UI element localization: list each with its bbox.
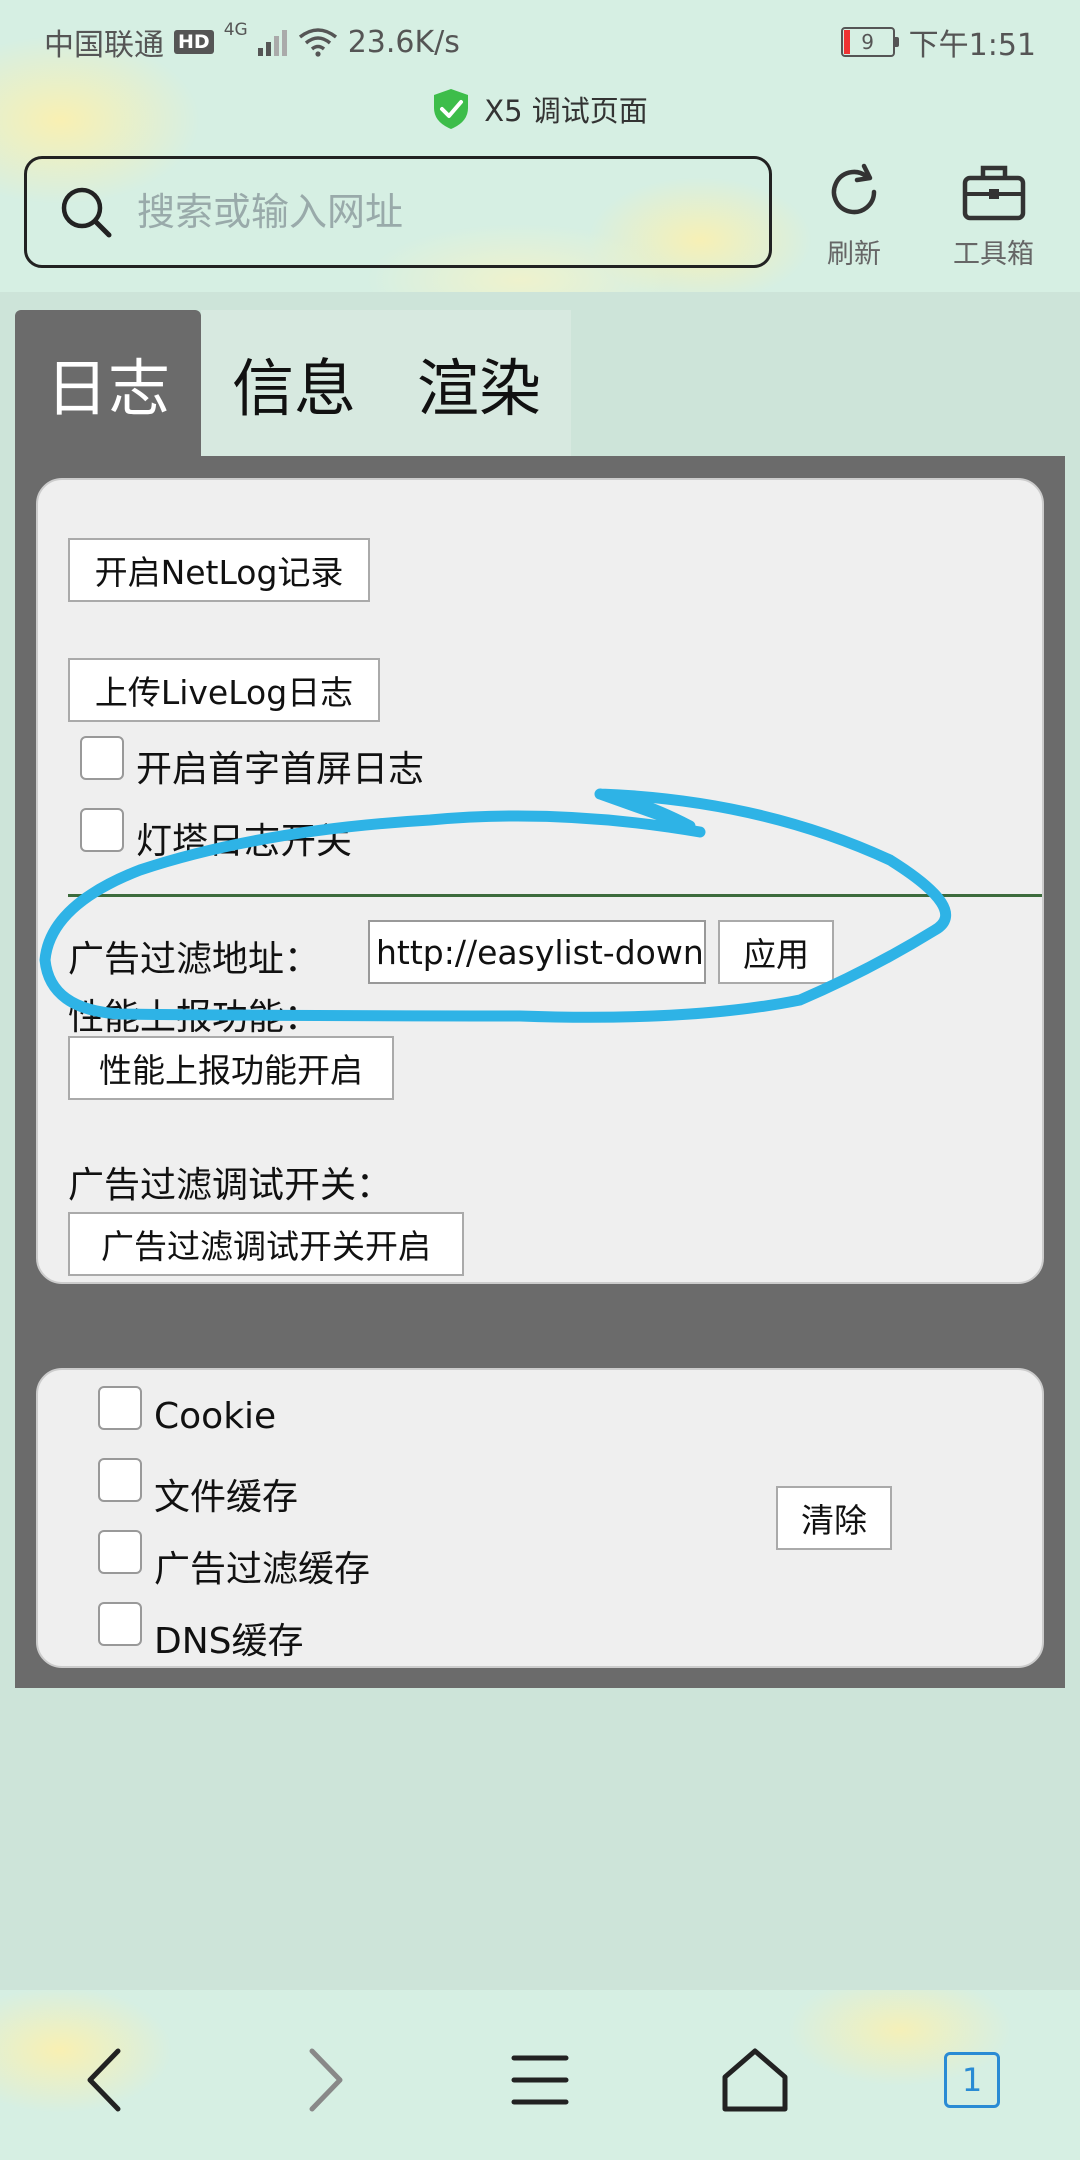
dns-cache-checkbox[interactable] <box>98 1602 142 1646</box>
home-button[interactable] <box>705 2030 805 2130</box>
file-cache-checkbox[interactable] <box>98 1458 142 1502</box>
tab-log[interactable]: 日志 <box>15 310 201 456</box>
toolbox-icon <box>962 165 1025 221</box>
home-icon <box>722 2048 788 2112</box>
address-bar[interactable] <box>24 156 772 268</box>
perf-report-button[interactable]: 性能上报功能开启 <box>68 1036 394 1100</box>
adfilter-cache-checkbox[interactable] <box>98 1530 142 1574</box>
cookie-label: Cookie <box>154 1396 277 1437</box>
tab-count-badge: 1 <box>944 2052 1000 2108</box>
signal-icon <box>257 30 287 56</box>
search-input[interactable] <box>135 189 739 235</box>
search-icon <box>61 187 112 238</box>
wifi-icon <box>298 28 337 57</box>
upload-livelog-button[interactable]: 上传LiveLog日志 <box>68 658 380 722</box>
status-bar: 中国联通 HD 4G 23.6K/s 9 下午1:51 <box>0 0 1080 76</box>
status-right: 9 下午1:51 <box>840 20 1036 64</box>
back-arrow-icon <box>87 2048 121 2112</box>
refresh-label: 刷新 <box>827 239 881 270</box>
status-left: 中国联通 HD 4G 23.6K/s <box>44 20 460 64</box>
tabs-button[interactable]: 1 <box>922 2030 1022 2130</box>
adfilter-debug-button[interactable]: 广告过滤调试开关开启 <box>68 1212 464 1276</box>
back-button[interactable] <box>56 2030 156 2130</box>
toolbox-button[interactable]: 工具箱 <box>953 160 1034 271</box>
adfilter-debug-label: 广告过滤调试开关： <box>68 1165 393 1206</box>
menu-icon <box>511 2055 569 2105</box>
refresh-icon <box>831 163 877 215</box>
section-divider <box>68 894 1042 897</box>
cookie-checkbox[interactable] <box>98 1386 142 1430</box>
battery-icon: 9 <box>840 27 899 57</box>
lighthouse-log-label: 灯塔日志开关 <box>136 821 353 862</box>
dns-cache-label: DNS缓存 <box>154 1621 304 1662</box>
lighthouse-log-checkbox[interactable] <box>80 808 124 852</box>
cache-clear-card: Cookie 文件缓存 广告过滤缓存 DNS缓存 清除 <box>36 1368 1044 1668</box>
refresh-button[interactable]: 刷新 <box>822 160 886 271</box>
log-tab-panel: 开启NetLog记录 上传LiveLog日志 开启首字首屏日志 灯塔日志开关 广… <box>15 456 1065 1688</box>
first-screen-log-checkbox[interactable] <box>80 736 124 780</box>
log-settings-card: 开启NetLog记录 上传LiveLog日志 开启首字首屏日志 灯塔日志开关 广… <box>36 478 1044 1284</box>
menu-button[interactable] <box>490 2030 590 2130</box>
adfilter-url-input[interactable]: http://easylist-downloads.adblockplus.or… <box>368 920 706 984</box>
first-screen-log-label: 开启首字首屏日志 <box>136 749 425 790</box>
clock-time: 下午1:51 <box>908 28 1036 63</box>
perf-report-label: 性能上报功能： <box>68 997 321 1038</box>
tab-info[interactable]: 信息 <box>201 310 387 456</box>
file-cache-label: 文件缓存 <box>154 1477 299 1518</box>
bottom-navigation: 1 <box>0 1990 1080 2160</box>
forward-arrow-icon <box>309 2048 343 2112</box>
adfilter-url-label: 广告过滤地址： <box>68 939 321 980</box>
adfilter-cache-label: 广告过滤缓存 <box>154 1549 371 1590</box>
hd-badge: HD <box>174 30 214 54</box>
debug-tab-bar: 日志 信息 渲染 <box>15 310 571 456</box>
toolbox-label: 工具箱 <box>953 239 1034 270</box>
shield-check-icon <box>434 89 469 129</box>
clear-cache-button[interactable]: 清除 <box>776 1486 892 1550</box>
netlog-button[interactable]: 开启NetLog记录 <box>68 538 370 602</box>
browser-chrome: 中国联通 HD 4G 23.6K/s 9 下午1:51 X5 调试页面 搜索或输… <box>0 0 1080 292</box>
forward-button[interactable] <box>274 2030 374 2130</box>
network-type: 4G <box>223 20 248 40</box>
network-speed: 23.6K/s <box>347 24 460 60</box>
page-title: X5 调试页面 <box>484 94 648 128</box>
tab-render[interactable]: 渲染 <box>387 310 571 456</box>
apply-button[interactable]: 应用 <box>718 920 834 984</box>
carrier-name: 中国联通 <box>44 28 164 63</box>
page-title-row: X5 调试页面 <box>0 84 1080 134</box>
